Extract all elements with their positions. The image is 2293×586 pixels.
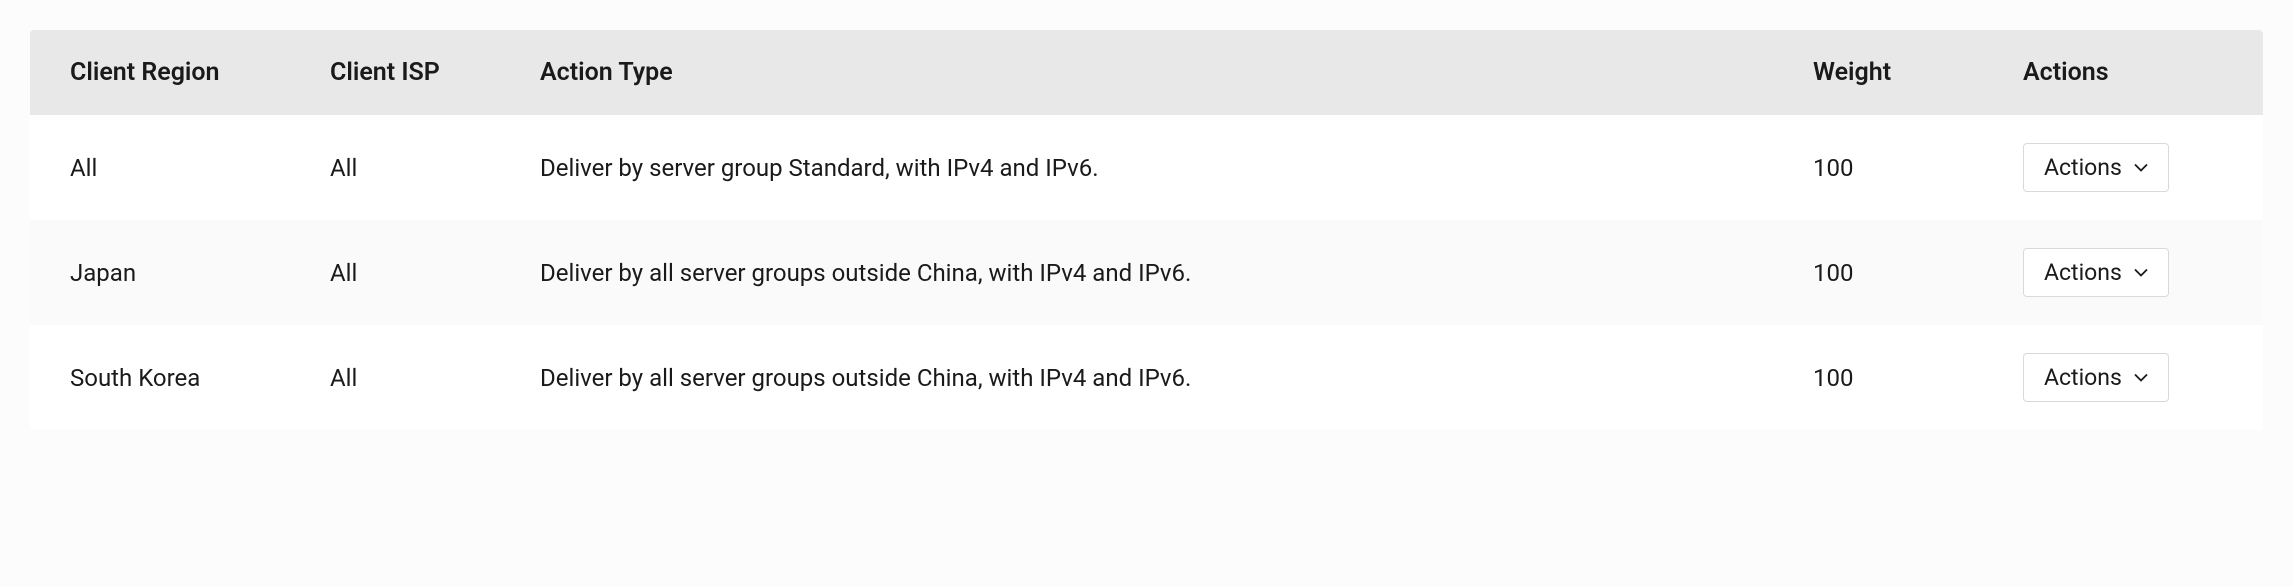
actions-button-label: Actions bbox=[2044, 364, 2122, 391]
cell-action-type: Deliver by all server groups outside Chi… bbox=[540, 364, 1813, 392]
cell-client-region: South Korea bbox=[70, 364, 330, 392]
chevron-down-icon bbox=[2134, 371, 2148, 385]
actions-dropdown-button[interactable]: Actions bbox=[2023, 143, 2169, 192]
table-header-row: Client Region Client ISP Action Type Wei… bbox=[30, 30, 2263, 115]
cell-client-isp: All bbox=[330, 154, 540, 182]
cell-action-type: Deliver by all server groups outside Chi… bbox=[540, 259, 1813, 287]
cell-weight: 100 bbox=[1813, 154, 2023, 182]
cell-actions: Actions bbox=[2023, 248, 2223, 297]
cell-client-region: All bbox=[70, 154, 330, 182]
header-actions: Actions bbox=[2023, 58, 2223, 87]
table-row: South Korea All Deliver by all server gr… bbox=[30, 325, 2263, 430]
cell-actions: Actions bbox=[2023, 353, 2223, 402]
table-row: Japan All Deliver by all server groups o… bbox=[30, 220, 2263, 325]
actions-dropdown-button[interactable]: Actions bbox=[2023, 248, 2169, 297]
actions-button-label: Actions bbox=[2044, 154, 2122, 181]
chevron-down-icon bbox=[2134, 266, 2148, 280]
cell-weight: 100 bbox=[1813, 259, 2023, 287]
routing-table: Client Region Client ISP Action Type Wei… bbox=[30, 30, 2263, 430]
cell-client-isp: All bbox=[330, 259, 540, 287]
cell-action-type: Deliver by server group Standard, with I… bbox=[540, 154, 1813, 182]
header-client-region: Client Region bbox=[70, 58, 330, 87]
cell-client-region: Japan bbox=[70, 259, 330, 287]
actions-dropdown-button[interactable]: Actions bbox=[2023, 353, 2169, 402]
cell-actions: Actions bbox=[2023, 143, 2223, 192]
header-action-type: Action Type bbox=[540, 58, 1813, 87]
table-row: All All Deliver by server group Standard… bbox=[30, 115, 2263, 220]
cell-client-isp: All bbox=[330, 364, 540, 392]
cell-weight: 100 bbox=[1813, 364, 2023, 392]
header-weight: Weight bbox=[1813, 58, 2023, 87]
actions-button-label: Actions bbox=[2044, 259, 2122, 286]
chevron-down-icon bbox=[2134, 161, 2148, 175]
header-client-isp: Client ISP bbox=[330, 58, 540, 87]
